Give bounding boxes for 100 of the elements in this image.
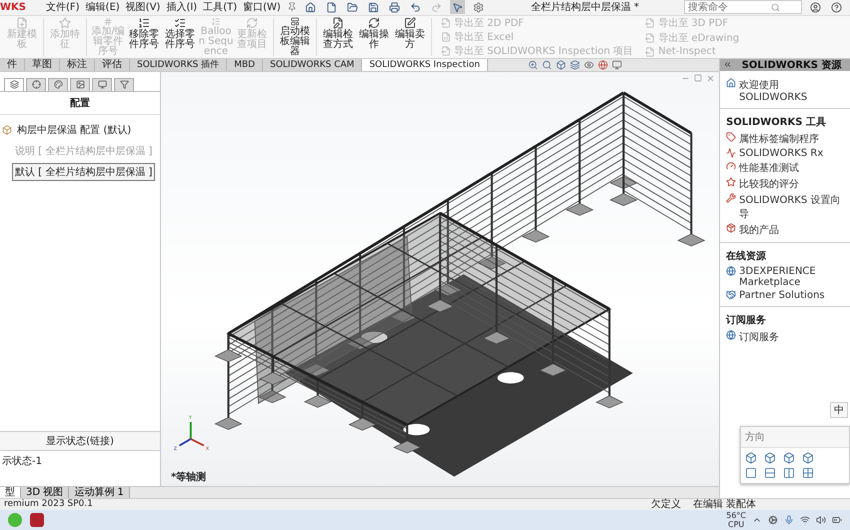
image-icon xyxy=(76,80,84,90)
collapse-icon xyxy=(723,60,732,70)
four-view-icon xyxy=(802,466,814,479)
panel-tab[interactable] xyxy=(4,78,24,91)
select-button[interactable] xyxy=(450,0,465,14)
search-icon xyxy=(771,2,780,12)
tab[interactable]: 标注 xyxy=(60,58,95,71)
export-icon xyxy=(441,32,451,42)
pane-link[interactable]: 比较我的评分 xyxy=(720,176,850,192)
hash-icon xyxy=(102,16,114,26)
pane-link[interactable]: SOLIDWORKS Rx xyxy=(720,146,850,160)
pane-link[interactable]: 欢迎使用 SOLIDWORKS xyxy=(720,76,850,104)
panel-tab[interactable] xyxy=(70,78,90,91)
single-view-icon xyxy=(745,466,758,479)
pin-icon xyxy=(286,2,297,12)
panel-heading: 显示状态(链接) xyxy=(0,430,160,451)
menu-item[interactable]: 插入(I) xyxy=(166,0,198,14)
tab[interactable]: SOLIDWORKS CAM xyxy=(262,58,362,71)
star-icon xyxy=(59,16,71,29)
pane-link[interactable]: 性能基准测试 xyxy=(720,160,850,176)
numbered-list-icon xyxy=(210,16,222,26)
view-label: *等轴测 xyxy=(171,470,206,484)
panel-tab[interactable] xyxy=(92,78,112,91)
pane-link[interactable]: 属性标签编制程序 xyxy=(720,130,850,147)
search-box[interactable]: 搜索命令 xyxy=(684,0,802,14)
tab[interactable]: 3D 视图 xyxy=(21,486,70,498)
section-title: SOLIDWORKS 工具 xyxy=(720,108,850,131)
tab[interactable]: MBD xyxy=(227,58,263,71)
export-icon xyxy=(645,46,656,57)
status-text: 欠定义 xyxy=(650,498,681,512)
globe-icon xyxy=(598,60,608,70)
cube-icon xyxy=(783,452,796,464)
monitor-icon xyxy=(612,60,622,70)
monitor-icon xyxy=(98,80,106,90)
tab[interactable]: SOLIDWORKS Inspection xyxy=(362,58,488,71)
package-icon xyxy=(726,222,736,233)
ribbon-button[interactable]: 编辑操作 xyxy=(356,16,392,58)
edit-icon xyxy=(404,16,416,29)
part-icon xyxy=(2,124,12,135)
menu-item[interactable]: 窗口(W) xyxy=(243,0,281,14)
palette-icon xyxy=(54,80,62,90)
open-button[interactable] xyxy=(344,0,360,14)
user-button[interactable] xyxy=(808,0,823,14)
menu-item[interactable]: 编辑(E) xyxy=(86,0,120,14)
ribbon-button[interactable]: 启动模板编辑器 xyxy=(277,16,313,58)
pane-link[interactable]: Partner Solutions xyxy=(720,288,850,302)
tab[interactable]: 件 xyxy=(0,58,25,71)
app-icon[interactable] xyxy=(30,512,44,527)
two-column-view-icon xyxy=(783,466,796,479)
tab[interactable]: 草图 xyxy=(25,58,60,71)
pane-link[interactable]: 订阅服务 xyxy=(720,328,850,345)
help-button[interactable] xyxy=(829,0,844,14)
cube-icon xyxy=(802,452,814,464)
panel-heading: 配置 xyxy=(0,92,160,115)
panel-tab[interactable] xyxy=(114,78,134,91)
ribbon-button[interactable]: 选择零件序号 xyxy=(162,16,198,58)
microphone-icon xyxy=(784,514,794,525)
layers-icon xyxy=(570,60,580,70)
panel-tab[interactable] xyxy=(26,78,46,91)
status-text: 在编辑 装配体 xyxy=(692,498,756,512)
search-field[interactable]: 搜索命令 xyxy=(688,2,768,13)
file-edit-icon xyxy=(332,16,344,29)
pane-link[interactable]: SOLIDWORKS 设置向导 xyxy=(720,192,850,222)
cube-icon xyxy=(556,60,566,70)
export-icon xyxy=(645,33,656,44)
pane-link[interactable]: 3DEXPERIENCE Marketplace xyxy=(720,264,850,289)
tab[interactable]: 型 xyxy=(0,486,21,498)
filter-icon xyxy=(120,80,128,90)
ribbon-button[interactable]: 编辑卖方 xyxy=(392,16,428,58)
cube-icon xyxy=(745,452,758,464)
panel-tab[interactable] xyxy=(48,78,68,91)
wifi-icon xyxy=(800,514,810,525)
ime-toolbar[interactable]: 中 xyxy=(830,402,848,418)
print-button[interactable] xyxy=(386,0,402,14)
menu-item[interactable]: 文件(F) xyxy=(46,0,80,14)
globe-icon xyxy=(726,330,736,340)
home-icon xyxy=(726,78,736,88)
cube-icon xyxy=(764,452,776,464)
tree-item[interactable]: 默认 [ 全栏片结构层中层保温 ] xyxy=(12,162,156,181)
close-icon[interactable] xyxy=(706,74,716,83)
menu-item[interactable]: 视图(V) xyxy=(126,0,160,14)
pulse-icon xyxy=(726,148,736,158)
tree-item[interactable]: 构层中层保温 配置 (默认) xyxy=(14,120,134,139)
gauge-icon xyxy=(726,160,736,171)
ribbon-button[interactable]: 编辑检查方式 xyxy=(320,16,356,58)
speaker-icon xyxy=(816,514,826,525)
zoom-icon xyxy=(528,60,538,70)
tag-icon xyxy=(726,132,736,142)
axis-triad-icon xyxy=(178,422,204,446)
display-state-item[interactable]: 示状态-1 xyxy=(0,450,160,486)
temperature-widget[interactable]: 56°C CPU xyxy=(726,510,746,529)
handshake-icon xyxy=(726,290,736,300)
ribbon-button[interactable]: 移除零件序号 xyxy=(126,16,162,58)
refresh-icon xyxy=(246,16,258,29)
tab[interactable]: SOLIDWORKS 插件 xyxy=(130,58,228,71)
gear-icon xyxy=(768,514,778,525)
tab[interactable]: 评估 xyxy=(95,58,130,71)
pane-link[interactable]: 我的产品 xyxy=(720,222,850,238)
menu-item[interactable]: 工具(T) xyxy=(203,0,238,14)
tab[interactable]: 运动算例 1 xyxy=(69,486,130,498)
